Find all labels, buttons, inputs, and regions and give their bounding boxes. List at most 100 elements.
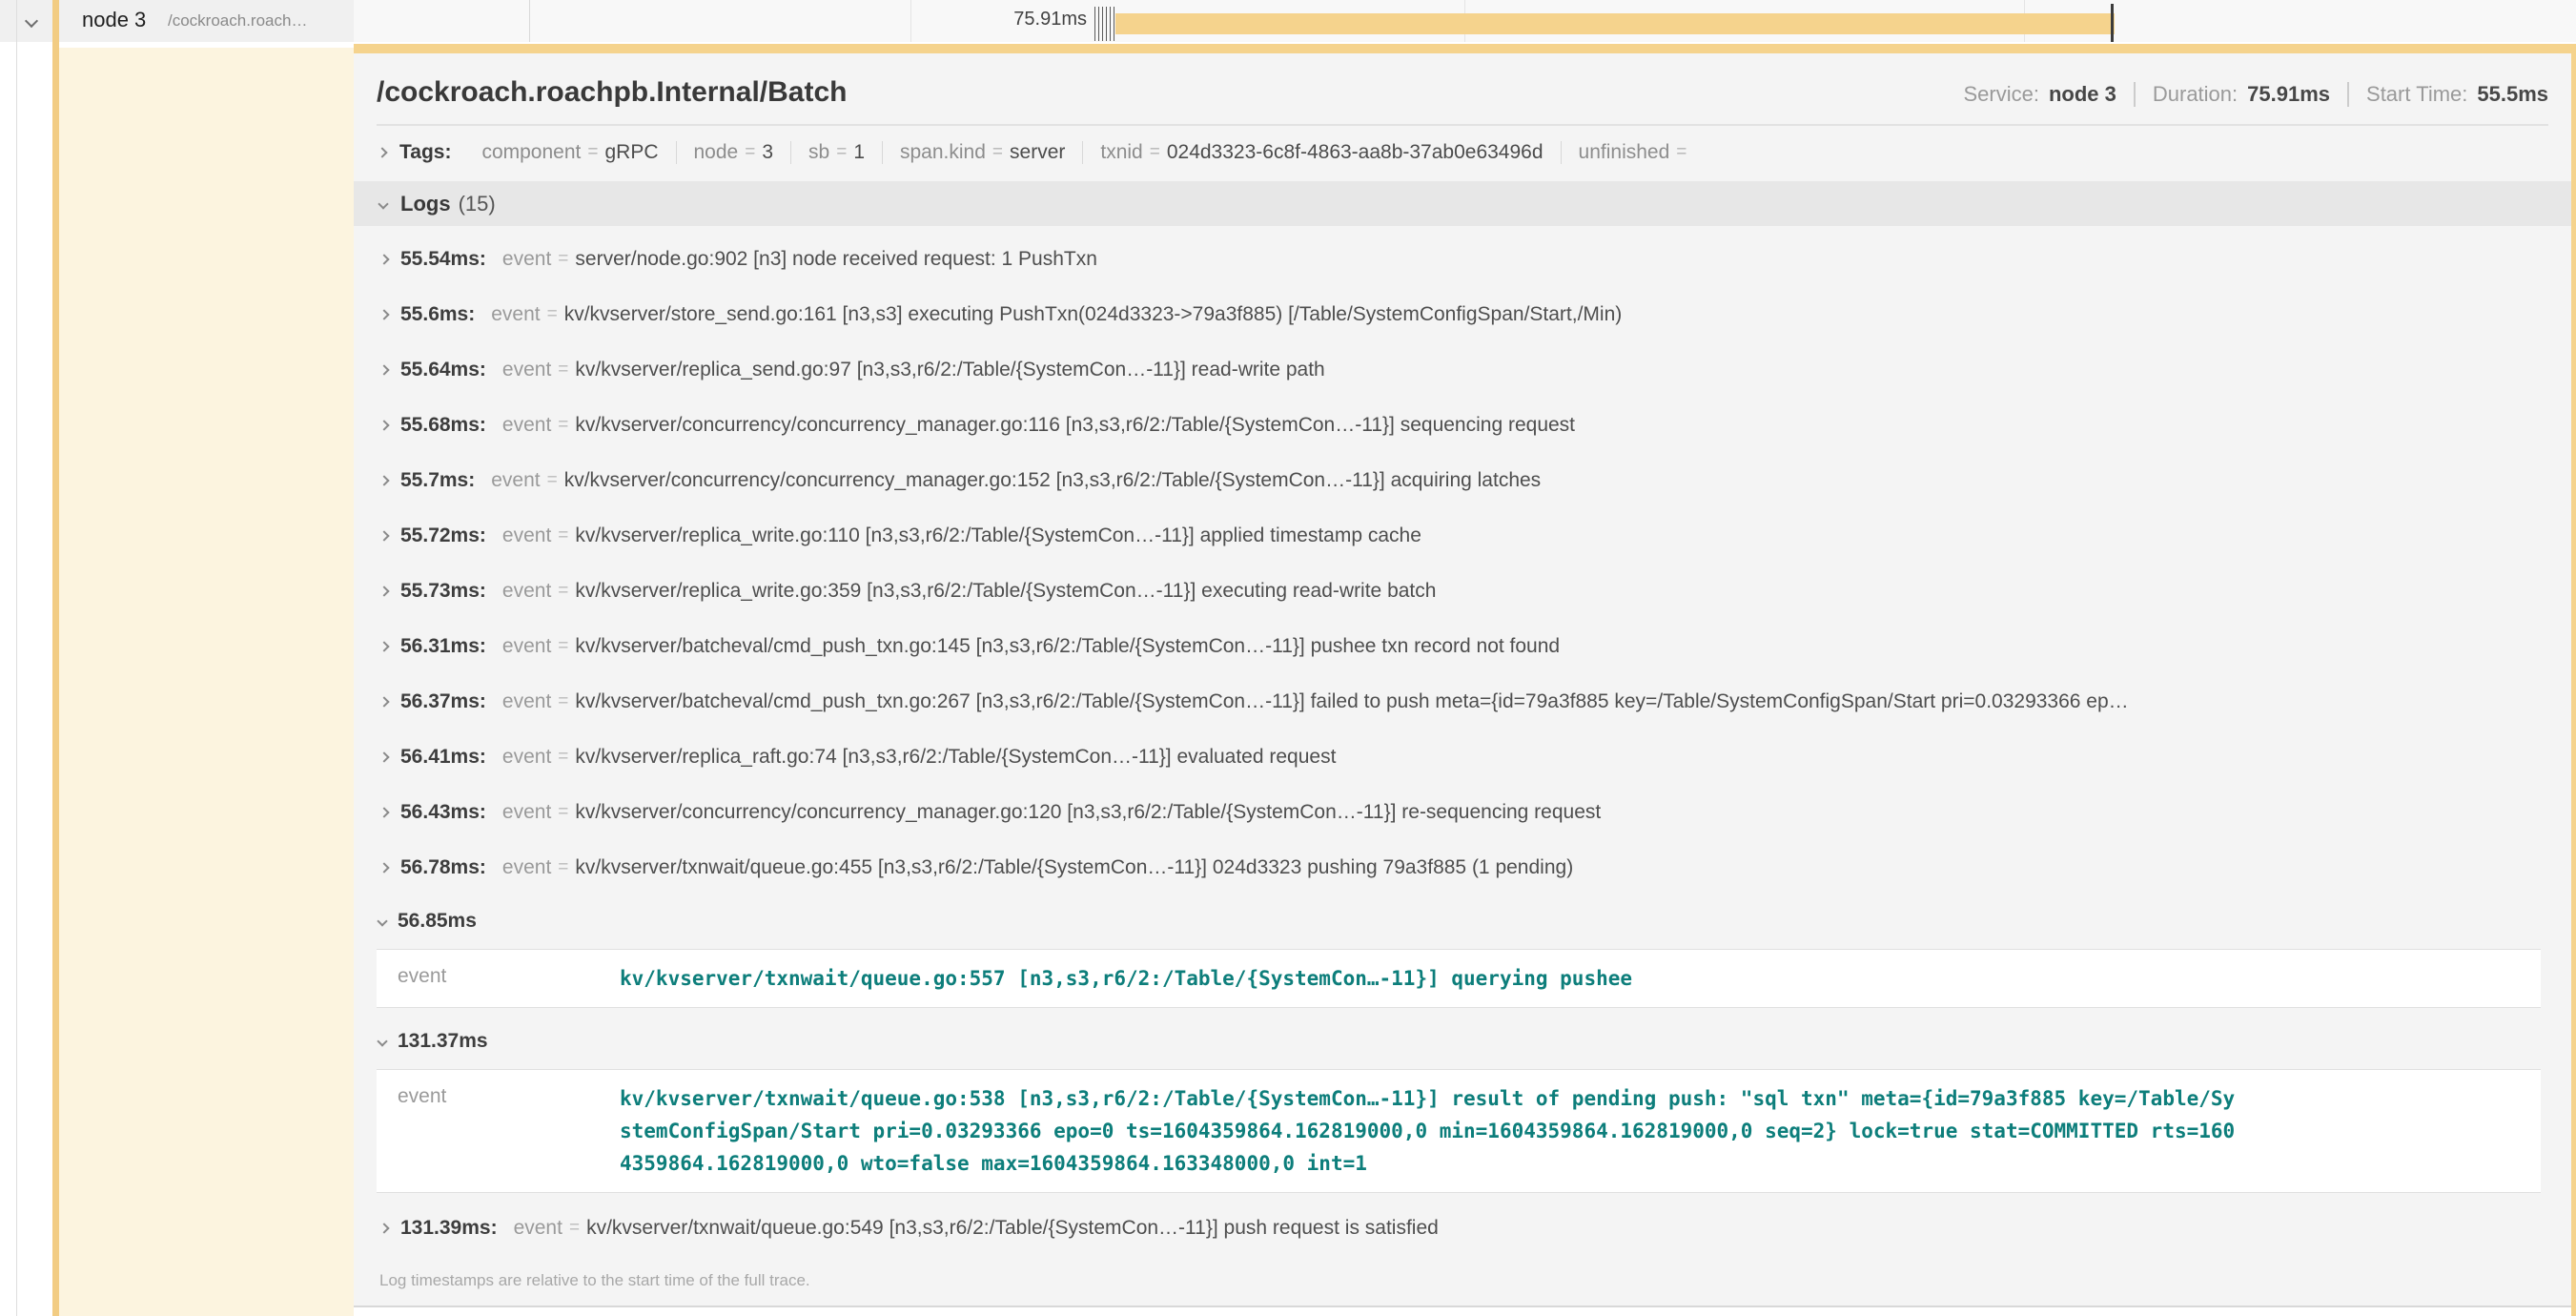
equals-sign: = — [1150, 142, 1160, 163]
log-timestamp: 131.37ms — [398, 1030, 488, 1053]
span-duration-bar[interactable] — [1115, 13, 2115, 34]
equals-sign: = — [745, 142, 755, 163]
log-field-key: event — [491, 469, 540, 492]
chevron-right-icon[interactable] — [378, 309, 389, 319]
chevron-right-icon[interactable] — [378, 254, 389, 264]
log-field-key: event — [377, 962, 620, 995]
log-field-value: kv/kvserver/concurrency/concurrency_mana… — [564, 469, 1541, 492]
tags-list: component=gRPCnode=3sb=1span.kind=server… — [464, 141, 1710, 164]
equals-sign: = — [547, 304, 558, 325]
chevron-right-icon[interactable] — [378, 420, 389, 430]
chevron-down-icon[interactable] — [377, 915, 387, 926]
tag-item: node=3 — [676, 141, 791, 164]
log-field-value: kv/kvserver/replica_send.go:97 [n3,s3,r6… — [575, 359, 1324, 381]
equals-sign: = — [558, 691, 568, 712]
chevron-right-icon[interactable] — [377, 147, 387, 157]
tags-section[interactable]: Tags: component=gRPCnode=3sb=1span.kind=… — [354, 126, 2571, 170]
chevron-right-icon[interactable] — [378, 1223, 389, 1233]
log-row[interactable]: 55.68ms: event = kv/kvserver/concurrency… — [354, 398, 2571, 453]
equals-sign: = — [558, 581, 568, 602]
log-timestamp: 56.37ms: — [400, 690, 486, 713]
log-row[interactable]: 55.7ms: event = kv/kvserver/concurrency/… — [354, 453, 2571, 508]
log-timestamp: 55.64ms: — [400, 359, 486, 381]
equals-sign: = — [558, 525, 568, 546]
log-field-key: event — [502, 524, 551, 547]
span-service-name[interactable]: node 3 — [82, 8, 146, 32]
tag-value: 024d3323-6c8f-4863-aa8b-37ab0e63496d — [1167, 141, 1544, 164]
log-row[interactable]: 131.39ms: event = kv/kvserver/txnwait/qu… — [354, 1201, 2571, 1256]
log-marker-ticks — [1094, 7, 1114, 41]
log-field-value: kv/kvserver/txnwait/queue.go:549 [n3,s3,… — [586, 1217, 1439, 1240]
summary-value: node 3 — [2049, 82, 2116, 107]
log-timestamp: 55.54ms: — [400, 248, 486, 271]
tag-item: sb=1 — [790, 141, 882, 164]
log-field-key: event — [377, 1082, 620, 1180]
chevron-right-icon[interactable] — [378, 751, 389, 762]
summary-label: Start Time: — [2366, 82, 2467, 107]
log-row-expanded-header[interactable]: 131.37ms — [354, 1016, 2571, 1067]
log-row[interactable]: 56.31ms: event = kv/kvserver/batcheval/c… — [354, 619, 2571, 674]
log-detail-box: event kv/kvserver/txnwait/queue.go:557 [… — [377, 949, 2541, 1008]
span-operation-name[interactable]: /cockroach.roach… — [168, 11, 307, 31]
log-row[interactable]: 56.41ms: event = kv/kvserver/replica_raf… — [354, 730, 2571, 785]
equals-sign: = — [558, 360, 568, 380]
log-row[interactable]: 55.64ms: event = kv/kvserver/replica_sen… — [354, 342, 2571, 398]
equals-sign: = — [558, 249, 568, 270]
span-row[interactable]: node 3 /cockroach.roach… 75.91ms — [0, 0, 2576, 48]
log-timestamp: 55.72ms: — [400, 524, 486, 547]
chevron-right-icon[interactable] — [378, 862, 389, 873]
logs-count: (15) — [459, 192, 496, 216]
log-row[interactable]: 55.73ms: event = kv/kvserver/replica_wri… — [354, 564, 2571, 619]
selected-span-highlight-column — [59, 48, 354, 1316]
log-timestamp: 56.31ms: — [400, 635, 486, 658]
chevron-right-icon[interactable] — [378, 586, 389, 596]
log-field-key: event — [502, 690, 551, 713]
equals-sign: = — [547, 470, 558, 491]
log-timestamp: 131.39ms: — [400, 1217, 498, 1240]
chevron-right-icon[interactable] — [378, 641, 389, 651]
log-row[interactable]: 56.78ms: event = kv/kvserver/txnwait/que… — [354, 840, 2571, 895]
log-field-value: kv/kvserver/replica_raft.go:74 [n3,s3,r6… — [575, 746, 1336, 769]
tag-value: server — [1010, 141, 1065, 164]
log-row-expanded: 131.37ms event kv/kvserver/txnwait/queue… — [354, 1016, 2571, 1193]
log-field-key: event — [502, 635, 551, 658]
tag-item: txnid=024d3323-6c8f-4863-aa8b-37ab0e6349… — [1082, 141, 1560, 164]
summary-label: Service: — [1963, 82, 2038, 107]
span-duration-label: 75.91ms — [953, 9, 1087, 31]
log-row[interactable]: 56.37ms: event = kv/kvserver/batcheval/c… — [354, 674, 2571, 730]
equals-sign: = — [558, 747, 568, 768]
log-field-key: event — [502, 580, 551, 603]
tag-value: gRPC — [604, 141, 658, 164]
chevron-right-icon[interactable] — [378, 475, 389, 485]
chevron-right-icon[interactable] — [378, 530, 389, 541]
log-timestamp: 56.43ms: — [400, 801, 486, 824]
tag-key: span.kind — [900, 141, 986, 164]
chevron-right-icon[interactable] — [378, 364, 389, 375]
name-column-divider — [529, 0, 530, 42]
log-row-expanded-header[interactable]: 56.85ms — [354, 895, 2571, 947]
chevron-right-icon[interactable] — [378, 696, 389, 707]
logs-footer-note: Log timestamps are relative to the start… — [354, 1256, 2571, 1306]
log-detail-box: event kv/kvserver/txnwait/queue.go:538 [… — [377, 1069, 2541, 1193]
log-row[interactable]: 55.72ms: event = kv/kvserver/replica_wri… — [354, 508, 2571, 564]
collapse-span-chevron-icon[interactable] — [27, 13, 36, 31]
chevron-right-icon[interactable] — [378, 807, 389, 817]
log-field-value: kv/kvserver/batcheval/cmd_push_txn.go:26… — [575, 690, 2128, 713]
tag-key: sb — [808, 141, 829, 164]
equals-sign: = — [558, 415, 568, 436]
log-row[interactable]: 55.6ms: event = kv/kvserver/store_send.g… — [354, 287, 2571, 342]
log-field-key: event — [491, 303, 540, 326]
equals-sign: = — [569, 1218, 580, 1239]
tag-key: unfinished — [1579, 141, 1670, 164]
log-field-value: kv/kvserver/replica_write.go:110 [n3,s3,… — [575, 524, 1421, 547]
log-row[interactable]: 55.54ms: event = server/node.go:902 [n3]… — [354, 232, 2571, 287]
chevron-down-icon[interactable] — [377, 1036, 387, 1046]
left-gutter-divider — [16, 0, 17, 1316]
chevron-down-icon[interactable] — [378, 198, 388, 209]
tags-section-label[interactable]: Tags: — [399, 141, 451, 164]
tag-value: 3 — [762, 141, 773, 164]
log-field-value: kv/kvserver/txnwait/queue.go:538 [n3,s3,… — [620, 1082, 2240, 1180]
log-row[interactable]: 56.43ms: event = kv/kvserver/concurrency… — [354, 785, 2571, 840]
logs-section-header[interactable]: Logs (15) — [354, 181, 2571, 226]
log-timestamp: 55.6ms: — [400, 303, 475, 326]
